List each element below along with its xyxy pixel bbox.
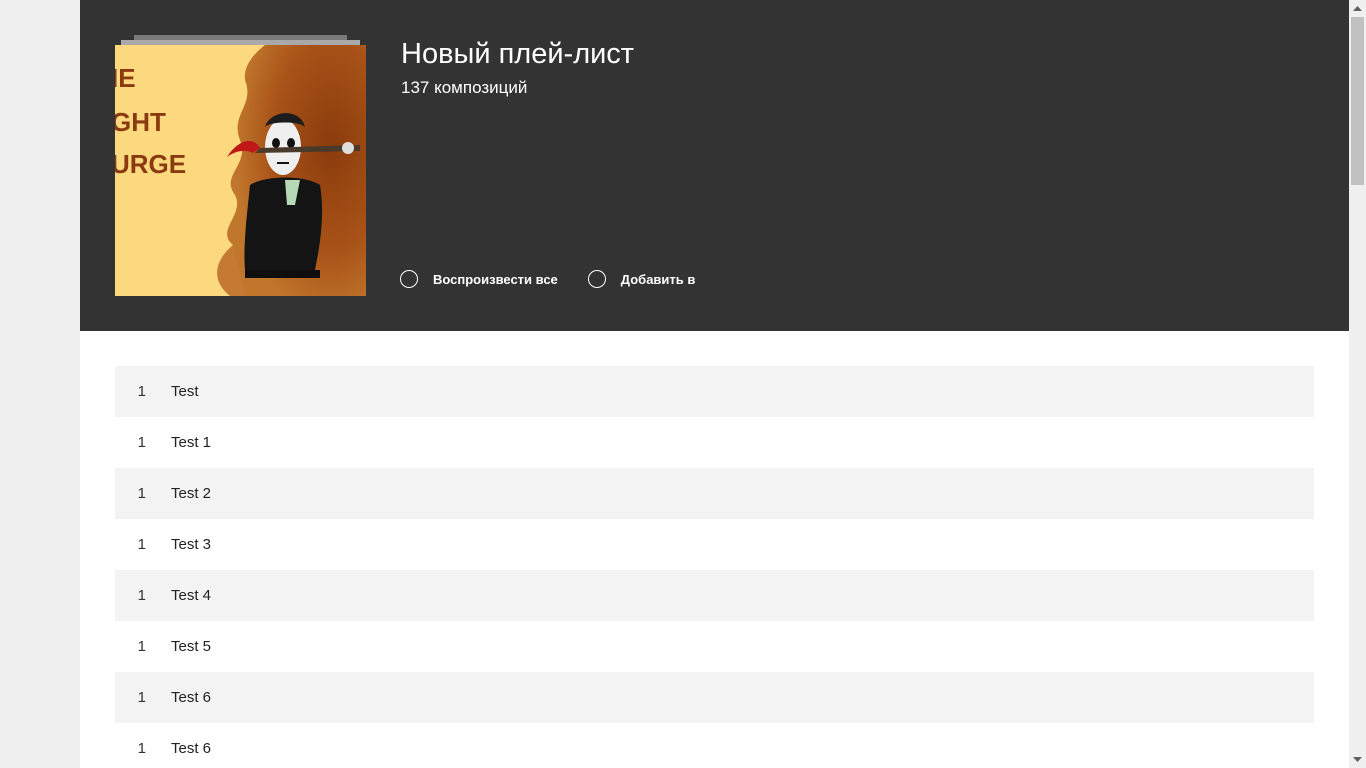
- track-number: 1: [137, 638, 146, 655]
- track-title: Test 4: [171, 587, 212, 604]
- track-number: 1: [137, 434, 146, 451]
- track-number: 1: [137, 383, 146, 400]
- playlist-header: IE GHT URGE Новый: [80, 0, 1349, 331]
- track-number: 1: [137, 485, 146, 502]
- add-icon: [587, 270, 606, 288]
- add-to-button[interactable]: Добавить в: [587, 270, 696, 288]
- play-all-button[interactable]: Воспроизвести все: [400, 270, 558, 288]
- scroll-down-arrow-icon[interactable]: [1349, 751, 1366, 768]
- track-title: Test 5: [171, 638, 212, 655]
- cover-text-line-3: URGE: [115, 149, 186, 179]
- scrollbar-thumb[interactable]: [1351, 17, 1364, 185]
- track-number: 1: [137, 587, 146, 604]
- playlist-cover-image[interactable]: IE GHT URGE: [115, 45, 366, 296]
- track-title: Test 3: [171, 536, 212, 553]
- track-title: Test 1: [171, 434, 212, 451]
- vertical-scrollbar[interactable]: [1349, 0, 1366, 768]
- track-title: Test: [171, 383, 199, 400]
- album-art-stack: IE GHT URGE: [115, 35, 366, 296]
- play-icon: [400, 270, 418, 288]
- add-to-label: Добавить в: [620, 271, 696, 287]
- track-list: 1 Test 1 Test 1 1 Test 2 1 Test 3 1 Test…: [115, 366, 1314, 768]
- track-number: 1: [137, 536, 146, 553]
- playlist-actions: Воспроизвести все Добавить в: [400, 268, 725, 290]
- track-row[interactable]: 1 Test 1: [115, 417, 1314, 468]
- music-app-window: IE GHT URGE Новый: [80, 0, 1349, 768]
- track-row[interactable]: 1 Test 5: [115, 621, 1314, 672]
- cover-text-line-1: IE: [115, 63, 136, 93]
- track-count-label: 137 композиций: [401, 78, 528, 97]
- track-title: Test 6: [171, 689, 212, 706]
- track-number: 1: [137, 689, 146, 706]
- track-row[interactable]: 1 Test 3: [115, 519, 1314, 570]
- track-row[interactable]: 1 Test 4: [115, 570, 1314, 621]
- track-row[interactable]: 1 Test 6: [115, 672, 1314, 723]
- scroll-up-arrow-icon[interactable]: [1349, 0, 1366, 17]
- cover-text-line-2: GHT: [115, 107, 166, 137]
- track-row[interactable]: 1 Test: [115, 366, 1314, 417]
- track-title: Test 2: [171, 485, 212, 502]
- track-row[interactable]: 1 Test 6: [115, 723, 1314, 768]
- playlist-title: Новый плей-лист: [401, 38, 635, 70]
- play-all-label: Воспроизвести все: [433, 271, 558, 287]
- track-number: 1: [137, 740, 146, 757]
- track-row[interactable]: 1 Test 2: [115, 468, 1314, 519]
- track-title: Test 6: [171, 740, 212, 757]
